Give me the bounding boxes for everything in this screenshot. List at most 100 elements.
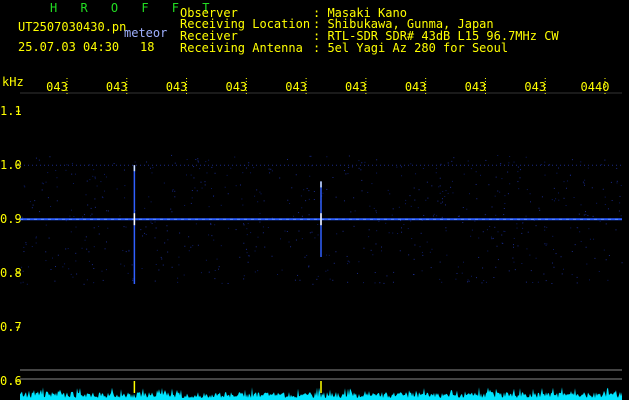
noise-speckle (177, 277, 179, 279)
noise-speckle (154, 280, 156, 282)
noise-speckle (314, 237, 316, 239)
noise-speckle (29, 201, 31, 203)
noise-speckle (308, 214, 310, 216)
noise-speckle (552, 235, 554, 237)
noise-speckle (502, 242, 504, 244)
noise-speckle (521, 232, 523, 234)
noise-speckle (35, 236, 37, 238)
noise-speckle (72, 183, 74, 185)
noise-speckle (555, 198, 557, 200)
noise-speckle (423, 214, 425, 216)
noise-speckle (348, 166, 350, 168)
noise-speckle (69, 215, 71, 217)
noise-speckle (42, 183, 44, 185)
noise-speckle (75, 226, 77, 228)
noise-speckle (247, 255, 249, 257)
noise-speckle (144, 207, 146, 209)
noise-speckle (433, 213, 435, 215)
noise-speckle (603, 249, 605, 251)
noise-speckle (605, 223, 607, 225)
noise-speckle (245, 248, 247, 250)
noise-speckle (413, 258, 415, 260)
noise-speckle (499, 191, 501, 193)
noise-speckle (413, 274, 415, 276)
noise-speckle (41, 182, 43, 184)
noise-speckle (281, 269, 283, 271)
noise-speckle (205, 161, 207, 163)
noise-speckle (107, 210, 109, 212)
noise-speckle (325, 270, 327, 272)
noise-speckle (397, 233, 399, 235)
noise-speckle (589, 279, 591, 281)
noise-speckle (398, 206, 400, 208)
noise-speckle (401, 175, 403, 177)
noise-speckle (220, 204, 222, 206)
noise-speckle (545, 244, 547, 246)
noise-speckle (616, 182, 618, 184)
noise-speckle (75, 260, 77, 262)
noise-speckle (25, 244, 27, 246)
noise-speckle (93, 246, 95, 248)
noise-speckle (370, 249, 372, 251)
noise-speckle (96, 185, 98, 187)
noise-speckle (529, 193, 531, 195)
noise-speckle (577, 227, 579, 229)
x-tick-label: 043 (405, 80, 427, 94)
noise-speckle (289, 203, 291, 205)
noise-speckle (408, 254, 410, 256)
noise-speckle (184, 245, 186, 247)
noise-speckle (551, 283, 553, 285)
noise-speckle (45, 224, 47, 226)
noise-speckle (316, 278, 318, 280)
noise-speckle (401, 227, 403, 229)
noise-speckle (471, 229, 473, 231)
noise-speckle (158, 269, 160, 271)
noise-speckle (94, 176, 96, 178)
noise-speckle (430, 267, 432, 269)
noise-speckle (201, 187, 203, 189)
noise-speckle (389, 193, 391, 195)
noise-speckle (55, 266, 57, 268)
noise-speckle (485, 281, 487, 283)
noise-speckle (579, 231, 581, 233)
noise-speckle (262, 232, 264, 234)
noise-speckle (210, 222, 212, 224)
noise-speckle (328, 254, 330, 256)
noise-speckle (604, 196, 606, 198)
noise-speckle (441, 281, 443, 283)
noise-speckle (573, 197, 575, 199)
noise-speckle (294, 279, 296, 281)
noise-speckle (512, 257, 514, 259)
noise-speckle (495, 214, 497, 216)
noise-speckle (185, 174, 187, 176)
noise-speckle (313, 190, 315, 192)
noise-speckle (218, 266, 220, 268)
noise-speckle (561, 273, 563, 275)
spectrogram-chart: kHz1.11.00.90.80.70.6043 043 043 043 043 043 0… (0, 75, 623, 400)
noise-speckle (457, 266, 459, 268)
noise-speckle (243, 275, 245, 277)
noise-speckle (587, 215, 589, 217)
noise-speckle (570, 227, 572, 229)
noise-speckle (565, 205, 567, 207)
noise-speckle (66, 164, 68, 166)
noise-speckle (501, 178, 503, 180)
noise-speckle (407, 228, 409, 230)
noise-speckle (227, 282, 229, 284)
noise-speckle (553, 200, 555, 202)
noise-speckle (492, 237, 494, 239)
noise-speckle (347, 173, 349, 175)
noise-speckle (166, 225, 168, 227)
noise-speckle (466, 208, 468, 210)
noise-speckle (218, 268, 220, 270)
noise-speckle (242, 172, 244, 174)
noise-speckle (75, 173, 77, 175)
noise-speckle (83, 283, 85, 285)
noise-speckle (301, 238, 303, 240)
noise-speckle (150, 221, 152, 223)
noise-speckle (445, 230, 447, 232)
noise-speckle (172, 189, 174, 191)
noise-speckle (551, 262, 553, 264)
noise-speckle (196, 190, 198, 192)
noise-speckle (476, 198, 478, 200)
